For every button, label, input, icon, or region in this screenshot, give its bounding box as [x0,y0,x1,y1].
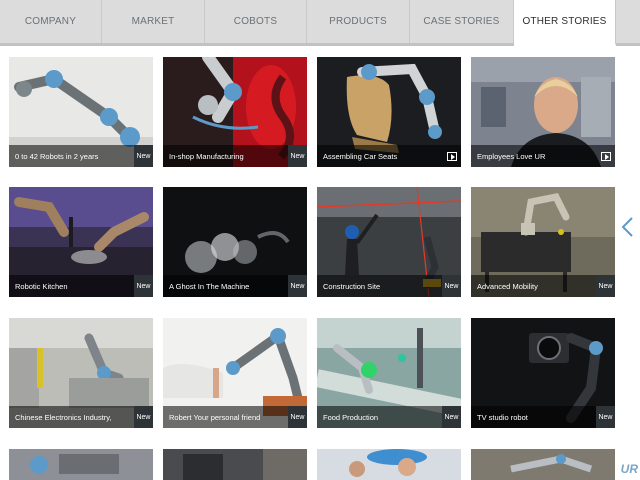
story-tile[interactable]: Food Production New [317,318,461,428]
video-icon [447,152,457,161]
nav-spacer [616,0,640,43]
story-tile[interactable] [9,449,153,480]
tile-caption: Food Production [317,406,461,428]
new-badge: New [134,145,153,167]
new-badge: New [288,275,307,297]
story-tile[interactable] [317,449,461,480]
story-tile[interactable] [471,449,615,480]
story-tile[interactable]: Chinese Electronics Industry, New [9,318,153,428]
tile-caption: Robert Your personal friend [163,406,307,428]
tile-caption: In-shop Manufacturing [163,145,307,167]
tab-company[interactable]: COMPANY [0,0,102,43]
story-tile[interactable]: Construction Site New [317,187,461,297]
tile-caption: Construction Site [317,275,461,297]
tile-caption: Chinese Electronics Industry, [9,406,153,428]
story-tile[interactable]: TV studio robot New [471,318,615,428]
tab-market[interactable]: MARKET [102,0,205,43]
top-navigation: COMPANY MARKET COBOTS PRODUCTS CASE STOR… [0,0,640,46]
tile-caption: TV studio robot [471,406,615,428]
story-tile[interactable]: 0 to 42 Robots in 2 years New [9,57,153,167]
new-badge: New [288,145,307,167]
new-badge: New [596,275,615,297]
tile-caption: Assembling Car Seats [317,145,461,167]
tab-products[interactable]: PRODUCTS [307,0,410,43]
story-thumbnail [163,449,307,480]
video-icon [601,152,611,161]
new-badge: New [134,406,153,428]
story-tile[interactable]: Robert Your personal friend New [163,318,307,428]
ur-logo: UR [620,462,638,476]
tile-caption: Advanced Mobility [471,275,615,297]
tile-caption: 0 to 42 Robots in 2 years [9,145,153,167]
next-arrow-icon[interactable] [620,216,634,238]
story-tile[interactable] [163,449,307,480]
tab-case-stories[interactable]: CASE STORIES [410,0,514,43]
story-thumbnail [317,449,461,480]
tab-cobots[interactable]: COBOTS [205,0,307,43]
new-badge: New [442,406,461,428]
story-thumbnail [471,449,615,480]
story-thumbnail [9,449,153,480]
story-tile[interactable]: In-shop Manufacturing New [163,57,307,167]
new-badge: New [288,406,307,428]
story-tile[interactable]: Advanced Mobility New [471,187,615,297]
new-badge: New [442,275,461,297]
tile-caption: Employees Love UR [471,145,615,167]
new-badge: New [596,406,615,428]
story-tile[interactable]: Robotic Kitchen New [9,187,153,297]
story-tile[interactable]: A Ghost In The Machine New [163,187,307,297]
tile-caption: Robotic Kitchen [9,275,153,297]
new-badge: New [134,275,153,297]
story-tile[interactable]: Employees Love UR [471,57,615,167]
tab-other-stories[interactable]: OTHER STORIES [514,0,616,46]
story-tile[interactable]: Assembling Car Seats [317,57,461,167]
tile-caption: A Ghost In The Machine [163,275,307,297]
